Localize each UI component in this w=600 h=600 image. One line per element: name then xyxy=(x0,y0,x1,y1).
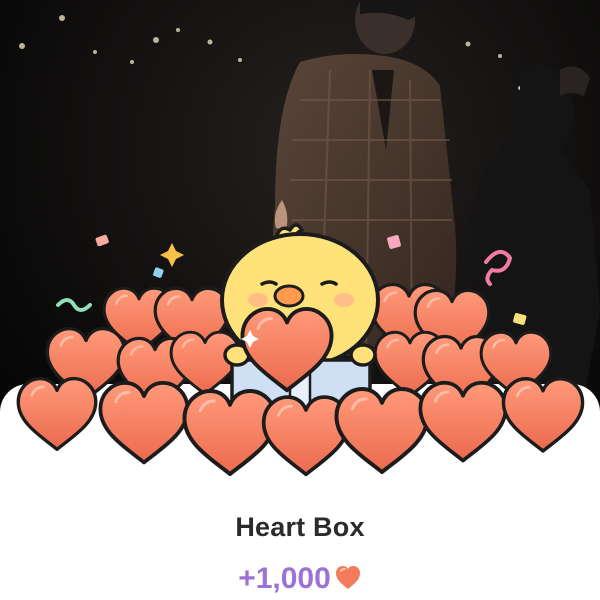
heart-box-illustration xyxy=(16,223,585,477)
heart-box-screen: Heart Box +1,000 xyxy=(0,0,600,600)
reward-amount: +1,000 xyxy=(238,562,331,595)
popup-title: Heart Box xyxy=(235,512,365,542)
reward-line: +1,000 xyxy=(0,562,600,599)
heart-icon xyxy=(334,565,362,599)
